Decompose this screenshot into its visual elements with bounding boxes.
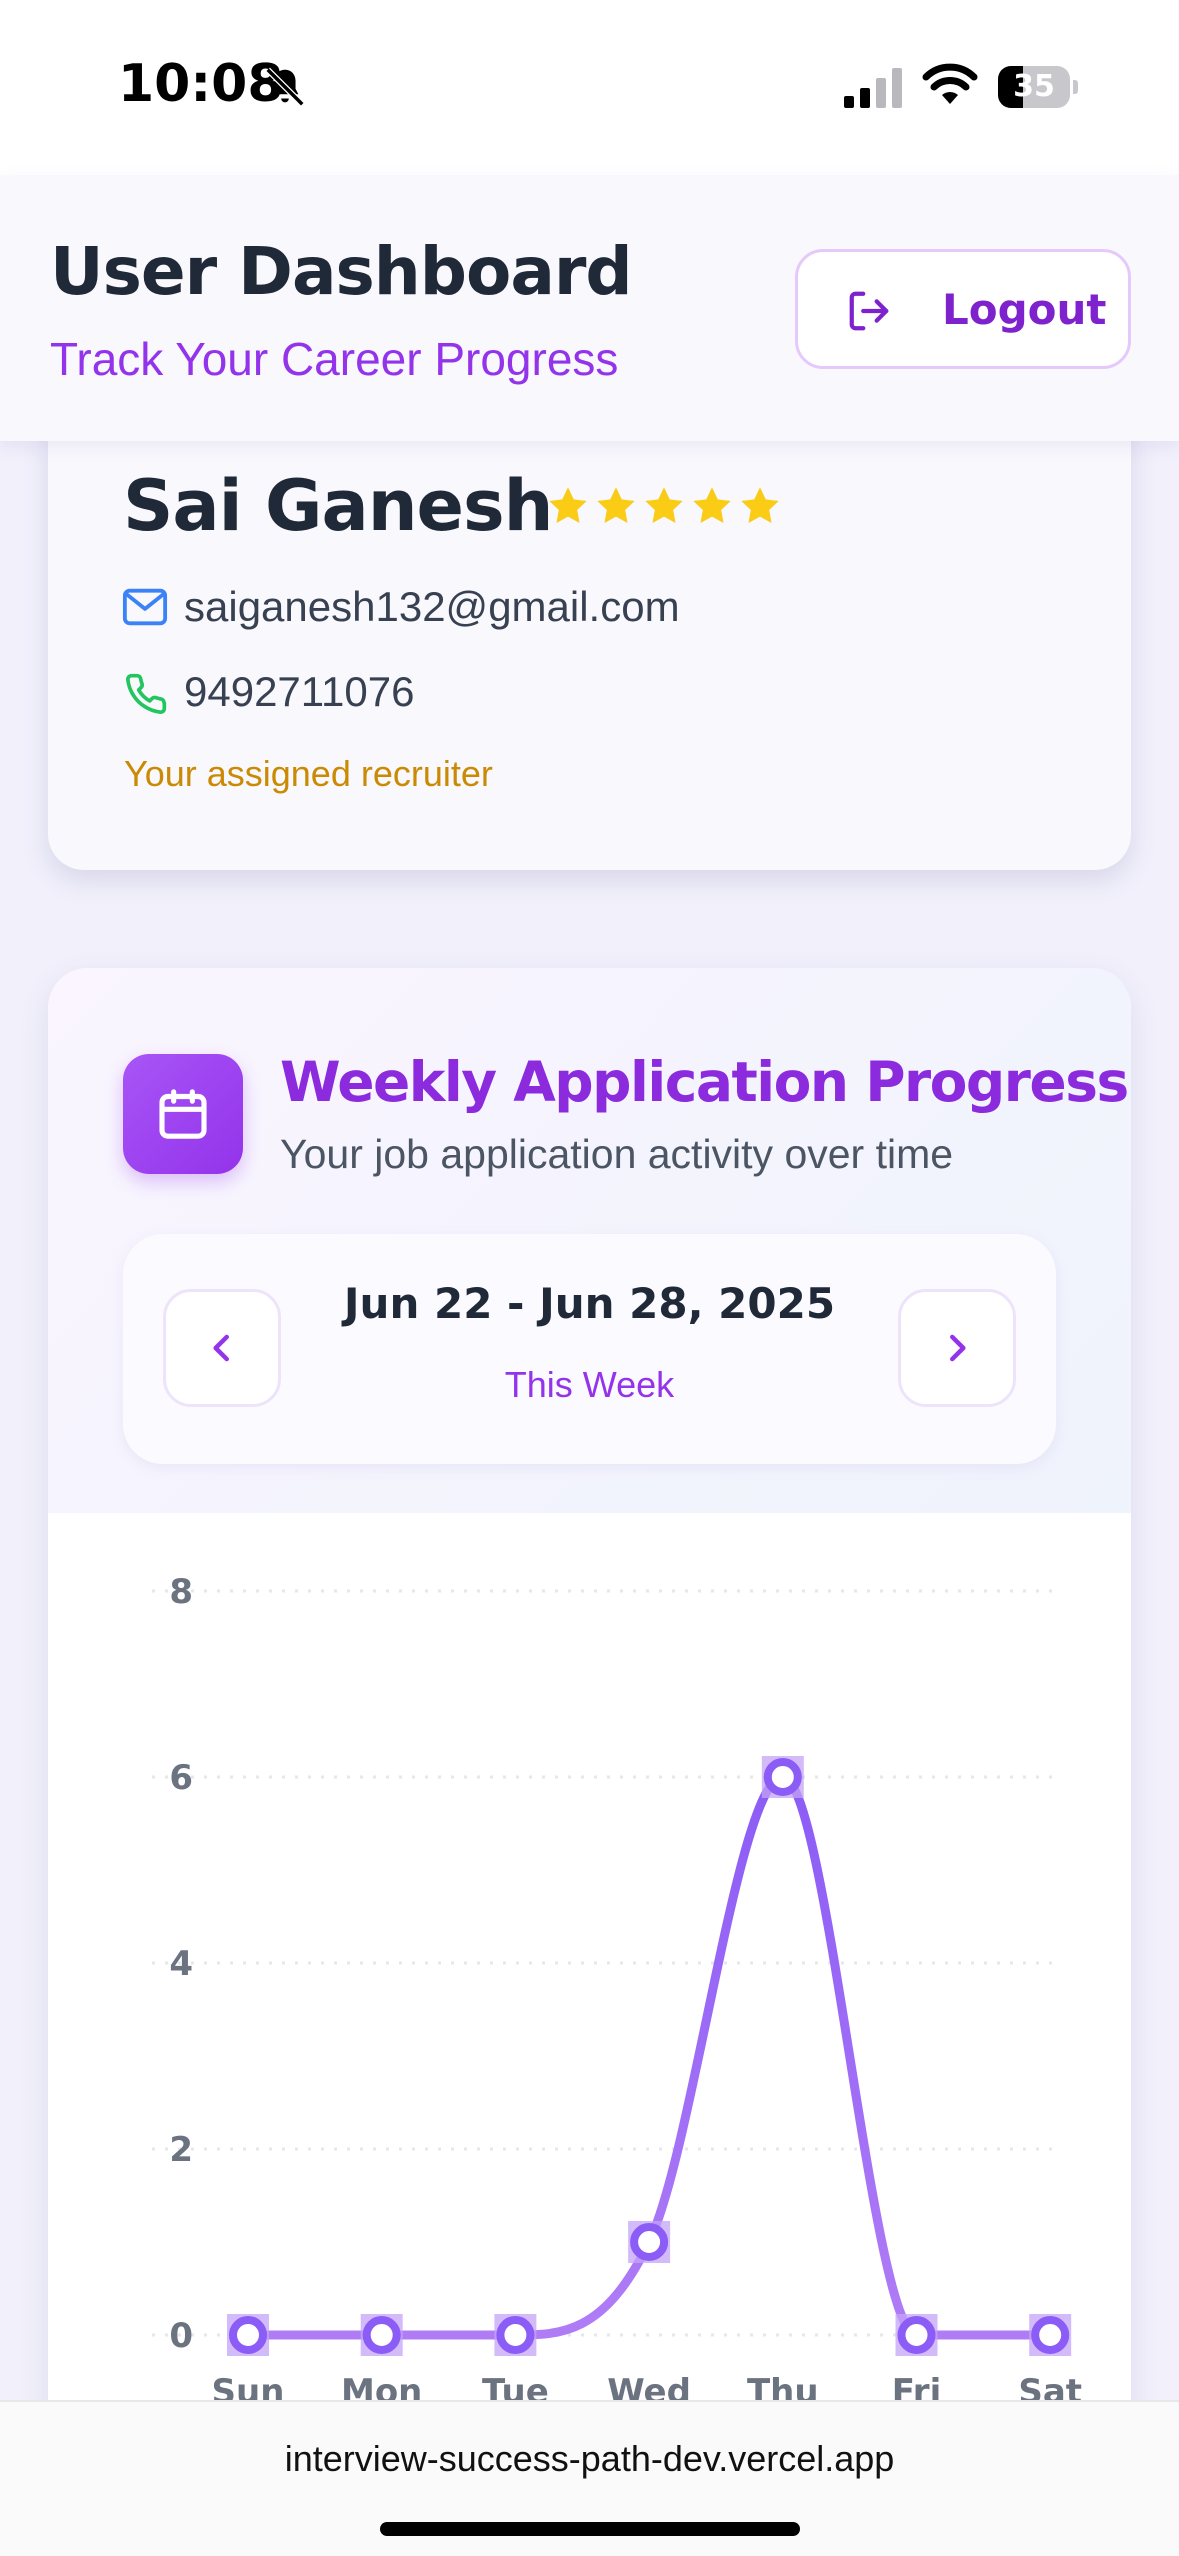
calendar-icon	[159, 1089, 207, 1139]
star-icon	[645, 487, 683, 524]
y-tick-label: 0	[169, 2316, 193, 2356]
next-week-button[interactable]	[898, 1289, 1016, 1407]
star-icon	[549, 487, 587, 524]
data-point[interactable]	[763, 1758, 802, 1796]
page-subtitle: Track Your Career Progress	[50, 333, 619, 385]
data-point[interactable]	[229, 2316, 267, 2354]
wifi-icon	[922, 63, 978, 104]
page-title: User Dashboard	[50, 233, 633, 310]
status-time: 10:08	[118, 54, 284, 114]
weekly-progress-card: Weekly Application Progress Your job app…	[48, 968, 1131, 2556]
data-point[interactable]	[362, 2316, 401, 2354]
week-navigator: Jun 22 - Jun 28, 2025 This Week	[123, 1234, 1056, 1464]
profile-card: Sai Ganesh saiganesh132@gmail.com 949271…	[48, 380, 1131, 870]
data-point[interactable]	[897, 2316, 936, 2354]
star-icon	[741, 487, 779, 524]
profile-email[interactable]: saiganesh132@gmail.com	[184, 583, 680, 631]
data-point[interactable]	[1031, 2316, 1070, 2354]
chevron-left-icon	[213, 1334, 229, 1362]
dashboard-header: User Dashboard Track Your Career Progres…	[0, 175, 1179, 441]
battery-icon: 35	[998, 66, 1078, 108]
mail-icon	[122, 588, 168, 626]
profile-phone[interactable]: 9492711076	[184, 668, 414, 716]
progress-card-header: Weekly Application Progress Your job app…	[48, 968, 1131, 1513]
star-icon	[693, 487, 731, 524]
data-point[interactable]	[630, 2223, 669, 2261]
calendar-badge	[123, 1054, 243, 1174]
phone-icon	[126, 673, 167, 714]
y-tick-label: 2	[169, 2130, 193, 2170]
y-tick-label: 6	[169, 1758, 193, 1798]
y-tick-label: 8	[169, 1572, 193, 1612]
logout-button[interactable]: Logout	[795, 249, 1131, 369]
star-icon	[597, 487, 635, 524]
bell-slash-icon	[265, 67, 305, 107]
progress-subtitle: Your job application activity over time	[280, 1131, 954, 1177]
profile-name: Sai Ganesh	[123, 465, 554, 547]
logout-label: Logout	[942, 285, 1107, 334]
y-tick-label: 4	[169, 1944, 193, 1984]
cellular-signal-icon	[844, 68, 902, 108]
browser-address-bar[interactable]: interview-success-path-dev.vercel.app	[0, 2400, 1179, 2556]
recruiter-note: Your assigned recruiter	[124, 753, 493, 794]
progress-title: Weekly Application Progress	[280, 1050, 1129, 1114]
chevron-right-icon	[950, 1334, 966, 1362]
logout-icon	[849, 291, 889, 331]
battery-percent: 35	[1013, 69, 1055, 104]
home-indicator[interactable]	[380, 2522, 800, 2536]
status-bar: 10:08 35	[0, 0, 1179, 175]
browser-url[interactable]: interview-success-path-dev.vercel.app	[0, 2438, 1179, 2480]
data-point[interactable]	[496, 2316, 535, 2354]
star-rating	[546, 484, 782, 536]
application-line-chart: 02468 Sun Mon Tue Wed Thu Fri Sat	[152, 1572, 1082, 2412]
